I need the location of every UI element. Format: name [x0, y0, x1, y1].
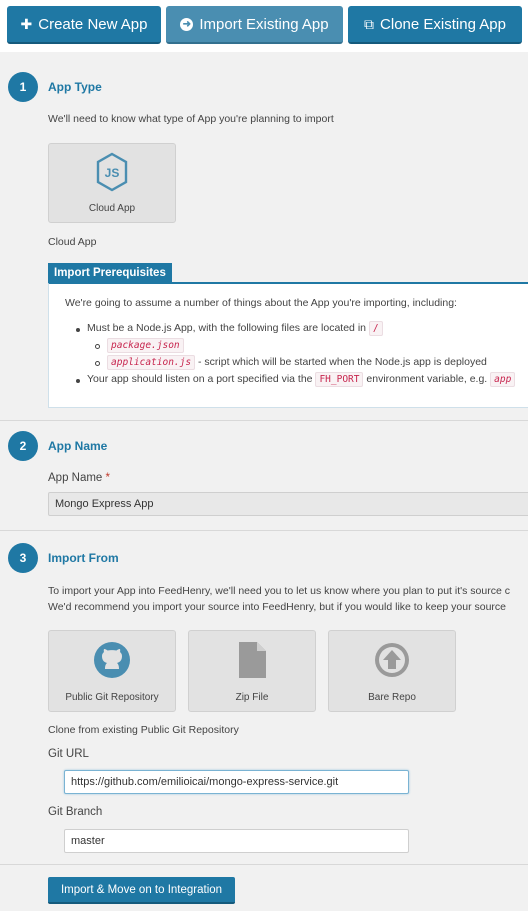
prerequisites-intro: We're going to assume a number of things…	[65, 297, 457, 309]
step-1-badge: 1	[8, 72, 38, 102]
import-from-description-1: To import your App into FeedHenry, we'll…	[48, 585, 510, 597]
zip-file-tile[interactable]: Zip File	[188, 630, 316, 712]
app-name-heading: App Name	[48, 439, 108, 453]
prereq-item-nodejs-text: Must be a Node.js App, with the followin…	[87, 322, 366, 334]
selected-import-source: Clone from existing Public Git Repositor…	[48, 724, 239, 736]
section-divider	[0, 864, 528, 865]
app-type-description: We'll need to know what type of App you'…	[48, 113, 334, 125]
step-3-badge: 3	[8, 543, 38, 573]
create-new-app-button[interactable]: ✚ Create New App	[7, 6, 161, 44]
nodejs-icon: JS	[49, 152, 175, 192]
prereq-port-text: Your app should listen on a port specifi…	[87, 373, 313, 385]
section-divider	[0, 420, 528, 421]
import-from-heading: Import From	[48, 551, 119, 565]
github-icon	[49, 641, 175, 679]
bare-repo-label: Bare Repo	[368, 692, 416, 703]
prerequisites-panel: We're going to assume a number of things…	[48, 282, 528, 408]
clone-existing-app-label: Clone Existing App	[380, 15, 506, 33]
prereq-item-port: Your app should listen on a port specifi…	[87, 372, 516, 387]
application-js-code: application.js	[107, 355, 196, 370]
zip-file-label: Zip File	[235, 692, 269, 703]
app-type-heading: App Type	[48, 80, 102, 94]
file-icon	[189, 641, 315, 679]
prereq-port-text-2: environment variable, e.g.	[366, 373, 488, 385]
application-js-description: - script which will be started when the …	[198, 356, 487, 368]
clone-existing-app-button[interactable]: ⧉ Clone Existing App	[348, 6, 522, 44]
prerequisites-title: Import Prerequisites	[48, 263, 172, 283]
git-url-input[interactable]: https://github.com/emilioicai/mongo-expr…	[64, 770, 409, 794]
git-url-label: Git URL	[48, 748, 89, 760]
selected-app-type: Cloud App	[48, 236, 97, 248]
cloud-app-tile[interactable]: JS Cloud App	[48, 143, 176, 223]
import-existing-app-button[interactable]: ➜ Import Existing App	[166, 6, 343, 44]
app-name-label-text: App Name	[48, 472, 103, 484]
package-json-code: package.json	[107, 338, 184, 353]
prereq-file-package: package.json	[107, 338, 184, 353]
section-divider	[0, 530, 528, 531]
cloud-app-tile-label: Cloud App	[88, 203, 136, 214]
import-existing-app-label: Import Existing App	[199, 15, 329, 33]
plus-icon: ✚	[20, 15, 33, 32]
git-branch-input[interactable]: master	[64, 829, 409, 853]
import-from-description-2: We'd recommend you import your source in…	[48, 601, 507, 613]
bare-repo-tile[interactable]: Bare Repo	[328, 630, 456, 712]
app-name-input[interactable]: Mongo Express App	[48, 492, 528, 516]
bullet	[95, 344, 100, 349]
svg-text:JS: JS	[105, 166, 120, 180]
arrow-circle-up-icon	[329, 641, 455, 679]
top-action-bar: ✚ Create New App ➜ Import Existing App ⧉…	[0, 0, 528, 52]
public-git-repository-tile[interactable]: Public Git Repository	[48, 630, 176, 712]
arrow-circle-right-icon: ➜	[180, 17, 194, 31]
fh-port-code: FH_PORT	[315, 372, 364, 387]
copy-icon: ⧉	[364, 15, 375, 32]
prereq-item-nodejs: Must be a Node.js App, with the followin…	[87, 321, 383, 336]
prereq-file-application: application.js - script which will be st…	[107, 355, 487, 370]
required-mark: *	[105, 472, 111, 484]
root-path-code: /	[368, 321, 383, 336]
step-2-badge: 2	[8, 431, 38, 461]
git-branch-label: Git Branch	[48, 806, 103, 818]
bullet	[76, 328, 80, 332]
bullet	[95, 361, 100, 366]
import-and-continue-button[interactable]: Import & Move on to Integration	[48, 877, 235, 904]
public-git-repository-label: Public Git Repository	[65, 692, 159, 703]
app-name-label: App Name *	[48, 472, 110, 484]
app-code: app	[490, 372, 516, 387]
create-new-app-label: Create New App	[38, 15, 148, 33]
bullet	[76, 379, 80, 383]
